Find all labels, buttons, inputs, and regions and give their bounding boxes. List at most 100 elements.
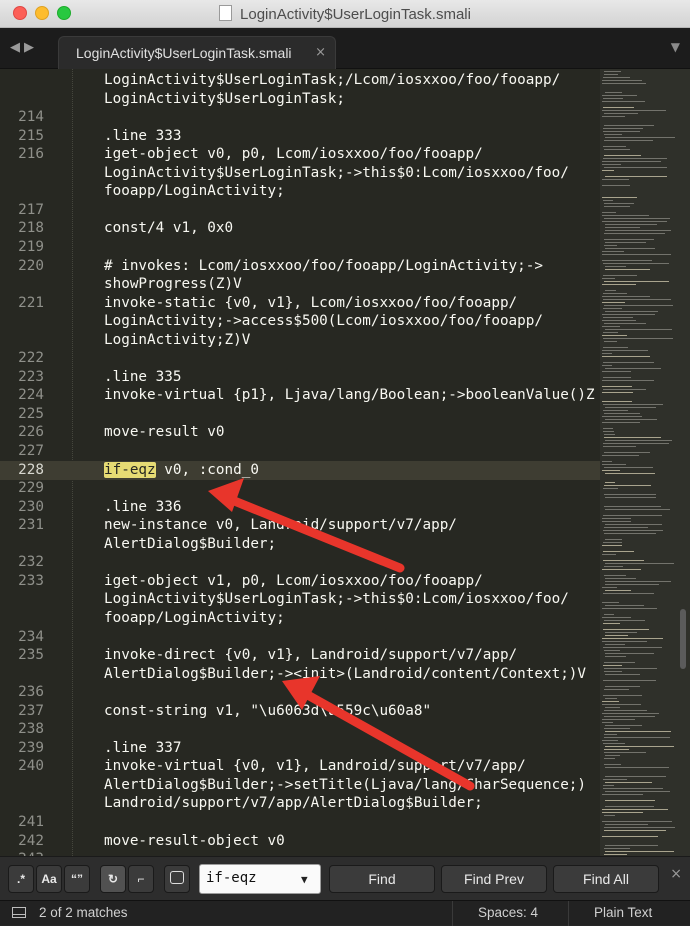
code-text: Landroid/support/v7/app/AlertDialog$Buil… bbox=[104, 795, 483, 812]
code-line: LoginActivity$UserLoginTask;->this$0:Lco… bbox=[0, 164, 600, 183]
code-line: 242 move-result-object v0 bbox=[0, 832, 600, 851]
code-text: new-instance v0, Landroid/support/v7/app… bbox=[104, 517, 457, 534]
tab-nav-arrows[interactable]: ◀▶ bbox=[10, 40, 38, 55]
find-input[interactable]: if-eqz ▼ bbox=[199, 864, 321, 894]
code-line: Landroid/support/v7/app/AlertDialog$Buil… bbox=[0, 794, 600, 813]
back-arrow-icon[interactable]: ◀ bbox=[10, 40, 24, 55]
code-line: 215 .line 333 bbox=[0, 127, 600, 146]
line-number: 240 bbox=[18, 758, 44, 775]
line-number: 222 bbox=[18, 350, 44, 367]
line-number: 224 bbox=[18, 387, 44, 404]
document-icon bbox=[219, 5, 233, 21]
code-text: showProgress(Z)V bbox=[104, 276, 242, 293]
code-text: LoginActivity$UserLoginTask; bbox=[104, 90, 346, 107]
find-history-dropdown-icon[interactable]: ▼ bbox=[301, 873, 315, 887]
code-line-current: 228 if-eqz v0, :cond_0 bbox=[0, 460, 600, 480]
code-line: fooapp/LoginActivity; bbox=[0, 182, 600, 201]
code-line: 214 bbox=[0, 108, 600, 127]
code-line: LoginActivity;Z)V bbox=[0, 331, 600, 350]
find-prev-button[interactable]: Find Prev bbox=[441, 865, 547, 893]
line-number: 215 bbox=[18, 127, 44, 144]
code-text: LoginActivity$UserLoginTask;->this$0:Lco… bbox=[104, 591, 569, 608]
window-title-text: LoginActivity$UserLoginTask.smali bbox=[240, 6, 471, 23]
code-line: 225 bbox=[0, 405, 600, 424]
tab-list-dropdown-icon[interactable]: ▼ bbox=[671, 40, 680, 54]
code-text: LoginActivity;Z)V bbox=[104, 331, 251, 348]
line-number: 242 bbox=[18, 832, 44, 849]
line-number: 218 bbox=[18, 220, 44, 237]
code-line: 216 iget-object v0, p0, Lcom/iosxxoo/foo/… bbox=[0, 145, 600, 164]
panel-toggle-icon[interactable] bbox=[12, 907, 26, 918]
code-line: fooapp/LoginActivity; bbox=[0, 609, 600, 628]
line-number: 236 bbox=[18, 684, 44, 701]
minimap-viewport[interactable] bbox=[600, 69, 690, 856]
line-number: 232 bbox=[18, 554, 44, 571]
code-line: 219 bbox=[0, 238, 600, 257]
code-line: 218 const/4 v1, 0x0 bbox=[0, 219, 600, 238]
line-number: 217 bbox=[18, 201, 44, 218]
code-text: iget-object v1, p0, Lcom/iosxxoo/foo/foo… bbox=[104, 572, 483, 589]
code-line: 235 invoke-direct {v0, v1}, Landroid/supp… bbox=[0, 646, 600, 665]
code-line: 217 bbox=[0, 201, 600, 220]
code-line: 237 const-string v1, "\u6063d\u559c\u60a8… bbox=[0, 702, 600, 721]
tab-close-icon[interactable]: × bbox=[315, 45, 326, 60]
line-number: 241 bbox=[18, 814, 44, 830]
search-match-highlight: if-eqz bbox=[104, 461, 156, 478]
code-line: showProgress(Z)V bbox=[0, 275, 600, 294]
code-text: invoke-virtual {v0, v1}, Landroid/suppor… bbox=[104, 758, 526, 775]
code-line: 231 new-instance v0, Landroid/support/v7/… bbox=[0, 516, 600, 535]
minimap[interactable] bbox=[600, 69, 690, 856]
code-line: 229 bbox=[0, 479, 600, 498]
line-number: 230 bbox=[18, 498, 44, 515]
in-selection-toggle-button[interactable]: ⌐ bbox=[128, 865, 154, 893]
highlight-icon bbox=[170, 871, 184, 884]
status-divider bbox=[568, 901, 569, 926]
line-number: 239 bbox=[18, 739, 44, 756]
forward-arrow-icon[interactable]: ▶ bbox=[24, 40, 38, 55]
find-all-button[interactable]: Find All bbox=[553, 865, 659, 893]
match-count: 2 of 2 matches bbox=[39, 905, 128, 920]
wrap-toggle-button[interactable]: ↻ bbox=[100, 865, 126, 893]
code-text: move-result v0 bbox=[104, 424, 225, 441]
code-line: 220 # invokes: Lcom/iosxxoo/foo/fooapp/Lo… bbox=[0, 257, 600, 276]
code-text: const-string v1, "\u6063d\u559c\u60a8" bbox=[104, 702, 432, 719]
tab-active-file[interactable]: LoginActivity$UserLoginTask.smali × bbox=[58, 36, 336, 69]
code-line: 238 bbox=[0, 720, 600, 739]
code-line: 241 bbox=[0, 813, 600, 832]
line-number: 216 bbox=[18, 146, 44, 163]
code-line: LoginActivity$UserLoginTask;/Lcom/iosxxo… bbox=[0, 71, 600, 90]
code-line: 236 bbox=[0, 683, 600, 702]
code-text: iget-object v0, p0, Lcom/iosxxoo/foo/foo… bbox=[104, 146, 483, 163]
code-line: 222 bbox=[0, 349, 600, 368]
code-line: LoginActivity;->access$500(Lcom/iosxxoo/… bbox=[0, 312, 600, 331]
code-text: .line 335 bbox=[104, 368, 182, 385]
tab-label: LoginActivity$UserLoginTask.smali bbox=[76, 45, 292, 61]
window-title: LoginActivity$UserLoginTask.smali bbox=[0, 5, 690, 23]
code-editor[interactable]: LoginActivity$UserLoginTask;/Lcom/iosxxo… bbox=[0, 69, 600, 856]
find-close-icon[interactable]: × bbox=[670, 866, 682, 882]
code-text: const/4 v1, 0x0 bbox=[104, 220, 234, 237]
code-line: AlertDialog$Builder; bbox=[0, 535, 600, 554]
line-number: 226 bbox=[18, 424, 44, 441]
code-text: # invokes: Lcom/iosxxoo/foo/fooapp/Login… bbox=[104, 257, 543, 274]
tab-bar: ◀▶ LoginActivity$UserLoginTask.smali × ▼ bbox=[0, 28, 690, 69]
find-button[interactable]: Find bbox=[329, 865, 435, 893]
code-line: AlertDialog$Builder;->setTitle(Ljava/lan… bbox=[0, 776, 600, 795]
line-number: 223 bbox=[18, 368, 44, 385]
highlight-matches-toggle-button[interactable] bbox=[164, 865, 190, 893]
indentation-setting[interactable]: Spaces: 4 bbox=[478, 905, 538, 920]
line-number: 220 bbox=[18, 257, 44, 274]
line-number: 228 bbox=[18, 461, 44, 478]
syntax-setting[interactable]: Plain Text bbox=[594, 905, 652, 920]
case-sensitive-toggle-button[interactable]: Aa bbox=[36, 865, 62, 893]
regex-toggle-button[interactable]: .* bbox=[8, 865, 34, 893]
line-number: 227 bbox=[18, 443, 44, 459]
whole-word-toggle-button[interactable]: “” bbox=[64, 865, 90, 893]
line-number: 219 bbox=[18, 238, 44, 255]
code-line: 240 invoke-virtual {v0, v1}, Landroid/sup… bbox=[0, 757, 600, 776]
code-text: AlertDialog$Builder;-><init>(Landroid/co… bbox=[104, 665, 587, 682]
code-text: fooapp/LoginActivity; bbox=[104, 183, 285, 200]
window-titlebar: LoginActivity$UserLoginTask.smali bbox=[0, 0, 690, 28]
scrollbar-thumb[interactable] bbox=[680, 609, 686, 669]
code-line: 224 invoke-virtual {p1}, Ljava/lang/Boole… bbox=[0, 386, 600, 405]
